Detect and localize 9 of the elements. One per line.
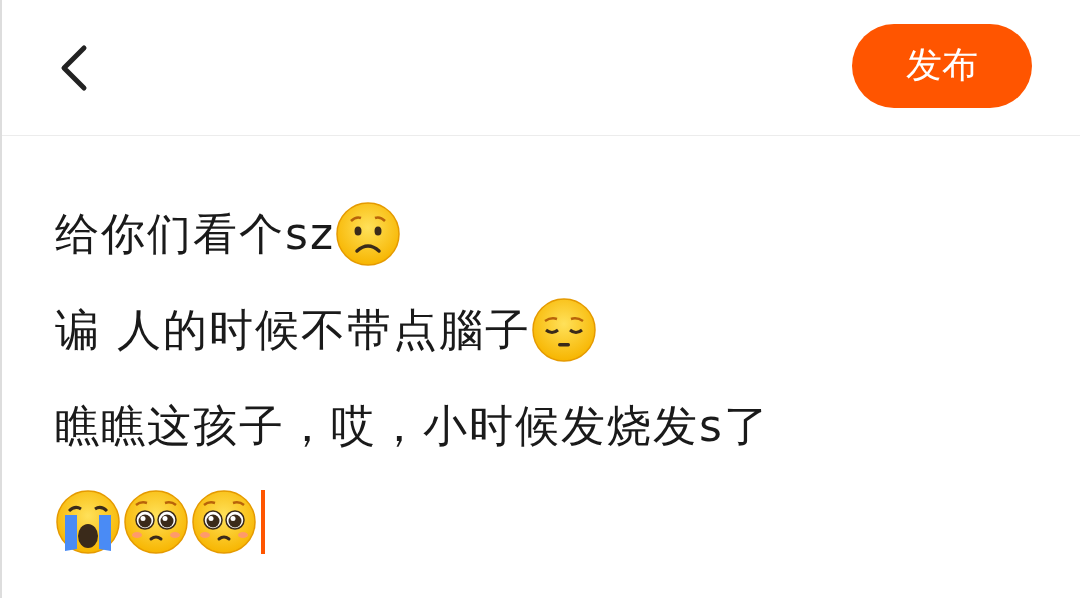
pleading-face-icon (123, 489, 189, 555)
post-text: 给你们看个sz (55, 206, 336, 261)
publish-button[interactable]: 发布 (852, 23, 1032, 108)
post-text: 瞧瞧这孩子，哎，小时候发烧发s了 (55, 398, 770, 453)
pleading-face-icon (191, 489, 257, 555)
pensive-face-icon (531, 297, 597, 363)
post-text: 谝 人的时候不带点腦子 (55, 302, 531, 357)
worried-face-icon (335, 201, 402, 267)
crying-face-icon (55, 489, 121, 555)
